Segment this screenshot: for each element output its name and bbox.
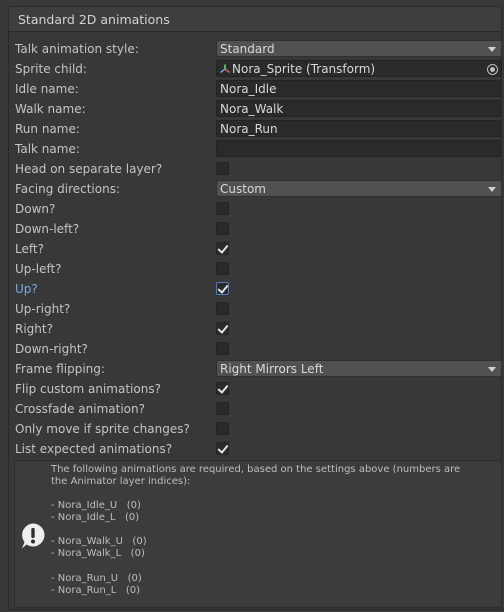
checkmark-icon	[217, 282, 229, 294]
flip-custom-checkbox[interactable]	[216, 382, 229, 395]
up-right-label: Up-right?	[15, 302, 71, 316]
up-left-checkbox[interactable]	[216, 262, 229, 275]
sprite-child-row: Sprite child: Nora_Sprite (Transform)	[15, 60, 502, 78]
talk-style-label: Talk animation style:	[15, 42, 139, 56]
head-layer-label: Head on separate layer?	[15, 162, 163, 176]
checkmark-icon	[217, 442, 229, 454]
crossfade-label: Crossfade animation?	[15, 402, 145, 416]
up-right-checkbox[interactable]	[216, 302, 229, 315]
down-right-label: Down-right?	[15, 342, 88, 356]
help-box: The following animations are required, b…	[14, 460, 502, 608]
talk-name-input[interactable]	[216, 140, 502, 157]
right-checkbox[interactable]	[216, 322, 229, 335]
walk-name-value: Nora_Walk	[220, 102, 284, 116]
only-move-label: Only move if sprite changes?	[15, 422, 190, 436]
frame-flipping-dropdown[interactable]: Right Mirrors Left	[216, 360, 502, 377]
down-row: Down?	[15, 200, 501, 218]
help-line: - Nora_Run_L (0)	[51, 585, 141, 596]
help-line: - Nora_Idle_U (0)	[51, 500, 141, 511]
talk-style-row: Talk animation style: Standard	[15, 40, 502, 58]
up-row: Up?	[15, 280, 501, 298]
down-left-label: Down-left?	[15, 222, 80, 236]
warning-icon	[22, 523, 45, 549]
idle-name-value: Nora_Idle	[220, 82, 277, 96]
transform-icon	[220, 64, 230, 74]
flip-custom-row: Flip custom animations?	[15, 380, 501, 398]
up-right-row: Up-right?	[15, 300, 501, 318]
idle-name-label: Idle name:	[15, 82, 79, 96]
list-expected-checkbox[interactable]	[216, 442, 229, 455]
only-move-checkbox[interactable]	[216, 422, 229, 435]
panel-title: Standard 2D animations	[18, 12, 170, 27]
head-layer-checkbox[interactable]	[216, 162, 229, 175]
left-row: Left?	[15, 240, 501, 258]
help-line: - Nora_Walk_L (0)	[51, 548, 145, 559]
down-checkbox[interactable]	[216, 202, 229, 215]
frame-flipping-label: Frame flipping:	[15, 362, 105, 376]
facing-label: Facing directions:	[15, 182, 121, 196]
idle-name-row: Idle name: Nora_Idle	[15, 80, 502, 98]
run-name-label: Run name:	[15, 122, 80, 136]
help-line: - Nora_Idle_L (0)	[51, 512, 140, 523]
object-picker-icon[interactable]	[487, 64, 498, 75]
list-expected-row: List expected animations?	[15, 440, 501, 458]
up-left-label: Up-left?	[15, 262, 62, 276]
crossfade-row: Crossfade animation?	[15, 400, 501, 418]
run-name-value: Nora_Run	[220, 122, 278, 136]
talk-name-row: Talk name:	[15, 140, 502, 158]
down-label: Down?	[15, 202, 56, 216]
run-name-row: Run name: Nora_Run	[15, 120, 502, 138]
walk-name-row: Walk name: Nora_Walk	[15, 100, 502, 118]
down-left-row: Down-left?	[15, 220, 501, 238]
sprite-child-label: Sprite child:	[15, 62, 87, 76]
crossfade-checkbox[interactable]	[216, 402, 229, 415]
talk-name-label: Talk name:	[15, 142, 80, 156]
checkmark-icon	[217, 242, 229, 254]
help-intro: The following animations are required, b…	[51, 464, 461, 487]
dropdown-arrow-icon	[488, 187, 496, 192]
checkmark-icon	[217, 322, 229, 334]
up-label: Up?	[15, 282, 38, 296]
down-left-checkbox[interactable]	[216, 222, 229, 235]
head-layer-row: Head on separate layer?	[15, 160, 501, 178]
right-row: Right?	[15, 320, 501, 338]
help-line: - Nora_Run_U (0)	[51, 573, 142, 584]
sprite-child-value: Nora_Sprite (Transform)	[232, 62, 376, 76]
down-right-row: Down-right?	[15, 340, 501, 358]
talk-style-value: Standard	[220, 42, 275, 56]
up-left-row: Up-left?	[15, 260, 501, 278]
right-label: Right?	[15, 322, 53, 336]
walk-name-label: Walk name:	[15, 102, 86, 116]
up-checkbox[interactable]	[216, 282, 229, 295]
help-line: - Nora_Walk_U (0)	[51, 536, 147, 547]
sprite-child-field[interactable]: Nora_Sprite (Transform)	[216, 60, 502, 77]
facing-value: Custom	[220, 182, 266, 196]
flip-custom-label: Flip custom animations?	[15, 382, 161, 396]
frame-flipping-value: Right Mirrors Left	[220, 362, 324, 376]
only-move-row: Only move if sprite changes?	[15, 420, 501, 438]
talk-style-dropdown[interactable]: Standard	[216, 40, 502, 57]
dropdown-arrow-icon	[488, 367, 496, 372]
panel-header[interactable]: Standard 2D animations	[8, 6, 502, 32]
left-checkbox[interactable]	[216, 242, 229, 255]
dropdown-arrow-icon	[488, 47, 496, 52]
run-name-input[interactable]: Nora_Run	[216, 120, 502, 137]
facing-dropdown[interactable]: Custom	[216, 180, 502, 197]
left-label: Left?	[15, 242, 44, 256]
checkmark-icon	[217, 382, 229, 394]
idle-name-input[interactable]: Nora_Idle	[216, 80, 502, 97]
list-expected-label: List expected animations?	[15, 442, 173, 456]
frame-flipping-row: Frame flipping: Right Mirrors Left	[15, 360, 502, 378]
walk-name-input[interactable]: Nora_Walk	[216, 100, 502, 117]
facing-row: Facing directions: Custom	[15, 180, 502, 198]
down-right-checkbox[interactable]	[216, 342, 229, 355]
